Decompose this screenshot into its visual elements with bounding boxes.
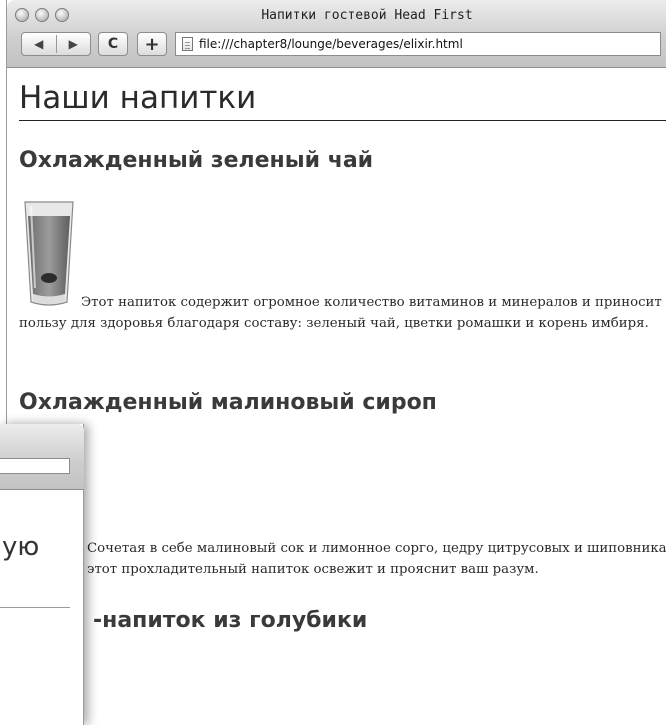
window2-titlebar — [0, 424, 84, 490]
close-window-button[interactable] — [15, 8, 29, 22]
address-bar[interactable]: file:///chapter8/lounge/beverages/elixir… — [175, 32, 661, 56]
window2-divider — [0, 607, 70, 608]
add-bookmark-button[interactable]: + — [137, 32, 167, 56]
overlapping-browser-window[interactable]: ую — [0, 424, 84, 725]
drink-heading-raspberry: Охлажденный малиновый сироп — [19, 390, 437, 415]
drink-heading-blueberry: -напиток из голубики — [93, 608, 368, 633]
drink-heading-green-tea: Охлажденный зеленый чай — [19, 148, 374, 173]
minimize-window-button[interactable] — [35, 8, 49, 22]
forward-arrow-icon[interactable]: ▶ — [56, 37, 90, 51]
page-title: Наши напитки — [19, 78, 666, 121]
drink-description-raspberry: Сочетая в себе малиновый сок и лимонное … — [87, 541, 666, 577]
back-arrow-icon[interactable]: ◀ — [22, 37, 56, 51]
address-text: file:///chapter8/lounge/beverages/elixir… — [199, 37, 463, 51]
window2-address-bar[interactable] — [0, 458, 70, 474]
zoom-window-button[interactable] — [55, 8, 69, 22]
window-title: Напитки гостевой Head First — [261, 8, 473, 23]
page-icon — [182, 37, 193, 51]
drink-description-green-tea: Этот напиток содержит огромное количеств… — [19, 295, 662, 331]
window2-heading-fragment: ую — [2, 532, 40, 562]
browser-window: Напитки гостевой Head First ◀ ▶ C + file… — [6, 0, 666, 725]
back-forward-buttons[interactable]: ◀ ▶ — [21, 32, 91, 56]
window-titlebar: Напитки гостевой Head First ◀ ▶ C + file… — [7, 0, 666, 68]
reload-button[interactable]: C — [98, 32, 128, 56]
